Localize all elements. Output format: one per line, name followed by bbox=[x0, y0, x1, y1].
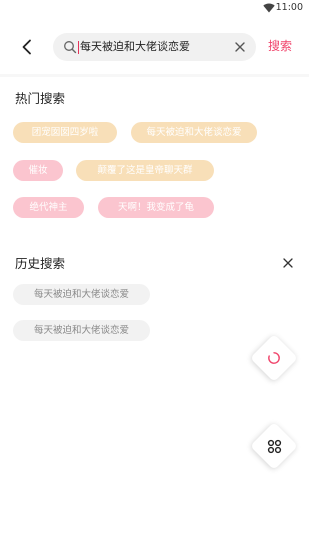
divider bbox=[0, 74, 309, 77]
refresh-button[interactable] bbox=[249, 333, 299, 383]
history-item[interactable]: 每天被迫和大佬谈恋爱 bbox=[13, 284, 150, 305]
status-bar: 11:00 bbox=[0, 0, 309, 16]
wifi-icon bbox=[263, 3, 275, 13]
hot-tag[interactable]: 催妆 bbox=[13, 160, 63, 181]
search-button[interactable]: 搜索 bbox=[268, 38, 292, 55]
apps-button[interactable] bbox=[249, 421, 299, 471]
hot-tag[interactable]: 颠覆了这是皇帝聊天群 bbox=[76, 160, 214, 181]
hot-tag[interactable]: 每天被迫和大佬谈恋爱 bbox=[131, 122, 257, 143]
search-icon bbox=[64, 41, 77, 54]
history-item[interactable]: 每天被迫和大佬谈恋爱 bbox=[13, 320, 150, 341]
text-cursor bbox=[78, 41, 79, 54]
hot-tag[interactable]: 天啊！我变成了龟 bbox=[98, 197, 214, 218]
hot-search-title: 热门搜索 bbox=[15, 91, 66, 106]
close-icon[interactable] bbox=[233, 40, 247, 54]
history-title: 历史搜索 bbox=[15, 256, 66, 271]
loading-icon bbox=[265, 349, 283, 367]
chevron-left-icon bbox=[22, 39, 31, 55]
back-button[interactable] bbox=[16, 36, 38, 58]
close-icon[interactable] bbox=[282, 257, 294, 269]
apps-icon bbox=[265, 437, 283, 455]
search-bar: 每天被迫和大佬谈恋爱 搜索 bbox=[0, 32, 309, 62]
status-time: 11:00 bbox=[275, 2, 303, 13]
search-query: 每天被迫和大佬谈恋爱 bbox=[80, 40, 190, 53]
hot-tag[interactable]: 团宠囡囡四岁啦 bbox=[13, 122, 117, 143]
search-input[interactable]: 每天被迫和大佬谈恋爱 bbox=[53, 33, 256, 61]
hot-tag[interactable]: 绝代神主 bbox=[13, 197, 84, 218]
